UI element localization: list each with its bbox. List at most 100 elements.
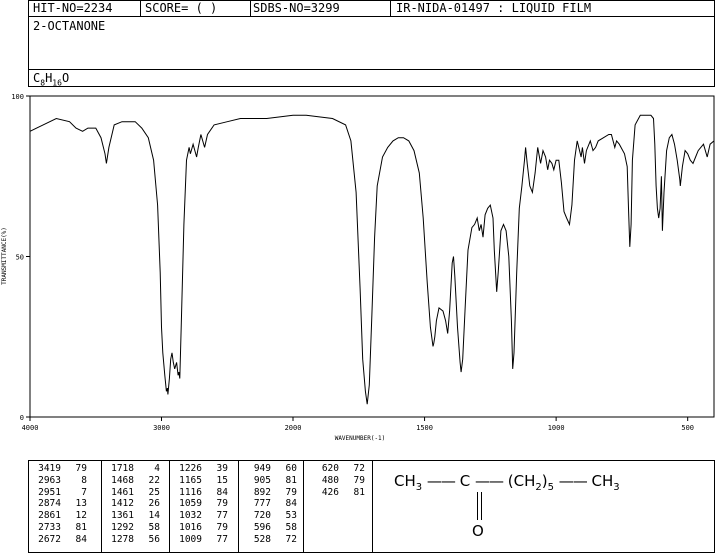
y-tick-label: 0: [20, 414, 24, 422]
peak-wavenumber: 2874: [38, 498, 61, 510]
spectrum-line: [29, 114, 715, 405]
plot-frame: [29, 95, 715, 418]
peak-row: 1412 26: [106, 499, 160, 510]
peak-transmittance: 77: [216, 510, 228, 522]
peak-transmittance: 12: [75, 510, 87, 522]
peak-transmittance: 84: [75, 533, 87, 545]
peak-row: 2733 81: [33, 522, 87, 534]
peak-wavenumber: 2672: [38, 533, 61, 545]
peak-transmittance: 84: [285, 498, 297, 510]
peak-row: 1165 15: [174, 474, 228, 487]
ir-spectrum-chart: 4000 3000 2000 1500 1000 500 0 50 100 WAVENUMBE…: [1, 93, 715, 442]
peak-row: 949 60: [243, 463, 297, 475]
peak-transmittance: 60: [285, 463, 297, 474]
y-ticks: 0 50 100: [11, 93, 30, 422]
peak-wavenumber: 596: [253, 522, 271, 533]
peak-wavenumber: 1032: [179, 510, 202, 522]
peak-transmittance: 58: [285, 522, 297, 533]
peak-transmittance: 79: [75, 463, 87, 474]
peak-wavenumber: 1292: [111, 522, 134, 533]
peak-transmittance: 81: [285, 474, 297, 486]
peak-row: 2861 12: [33, 511, 87, 522]
peak-row: 1116 84: [174, 486, 228, 499]
peak-wavenumber: 2733: [38, 522, 61, 533]
peak-wavenumber: 1226: [179, 463, 202, 474]
peak-transmittance: 79: [216, 522, 228, 533]
x-ticks: 4000 3000 2000 1500 1000 500: [22, 417, 694, 432]
peak-wavenumber: 1278: [111, 533, 134, 545]
x-tick-label: 500: [681, 424, 694, 432]
peak-wavenumber: 1361: [111, 510, 134, 522]
peak-wavenumber: 1165: [179, 474, 202, 486]
peak-wavenumber: 1016: [179, 522, 202, 533]
peak-transmittance: 81: [353, 486, 365, 498]
peak-wavenumber: 892: [253, 486, 271, 498]
peak-wavenumber: 949: [253, 463, 271, 474]
peak-wavenumber: 1116: [179, 486, 202, 498]
peak-transmittance: 39: [216, 463, 228, 474]
peak-row: 620 72: [311, 463, 365, 475]
peak-row: 426 81: [311, 486, 365, 499]
peak-wavenumber: 2861: [38, 510, 61, 522]
x-tick-label: 1500: [416, 424, 433, 432]
structure-formula: CH3 —— C —— (CH2)5 —— CH3: [394, 472, 620, 493]
peak-transmittance: 15: [216, 474, 228, 486]
peak-transmittance: 77: [216, 533, 228, 545]
peak-transmittance: 22: [148, 474, 160, 486]
peak-wavenumber: 905: [253, 474, 271, 486]
x-tick-label: 4000: [22, 424, 39, 432]
peak-row: 528 72: [243, 533, 297, 546]
peak-row: 480 79: [311, 474, 365, 487]
peak-row: 1461 25: [106, 486, 160, 499]
peak-row: 1226 39: [174, 463, 228, 475]
peak-transmittance: 14: [148, 510, 160, 522]
peak-row: 1292 58: [106, 522, 160, 534]
peak-row: 2672 84: [33, 533, 87, 546]
peak-row: 1361 14: [106, 511, 160, 522]
x-tick-label: 3000: [153, 424, 170, 432]
peak-transmittance: 53: [285, 510, 297, 522]
peak-transmittance: 8: [81, 474, 87, 486]
peak-row: 720 53: [243, 511, 297, 522]
peak-wavenumber: 1059: [179, 498, 202, 510]
peak-row: 1278 56: [106, 533, 160, 546]
peak-transmittance: 79: [285, 486, 297, 498]
peak-transmittance: 72: [285, 533, 297, 545]
peak-wavenumber: 528: [253, 533, 271, 545]
peak-transmittance: 4: [154, 463, 160, 474]
double-bond-left: [477, 492, 478, 520]
peak-transmittance: 81: [75, 522, 87, 533]
peak-row: 892 79: [243, 486, 297, 499]
peak-transmittance: 7: [81, 486, 87, 498]
peak-wavenumber: 1412: [111, 498, 134, 510]
peak-row: 2874 13: [33, 499, 87, 510]
peak-transmittance: 13: [75, 498, 87, 510]
peak-transmittance: 25: [148, 486, 160, 498]
peak-wavenumber: 1468: [111, 474, 134, 486]
y-axis-label: TRANSMITTANCE(%): [1, 227, 8, 285]
x-tick-label: 1000: [548, 424, 565, 432]
peak-transmittance: 26: [148, 498, 160, 510]
peak-row: 2951 7: [33, 486, 87, 499]
peak-row: 1059 79: [174, 499, 228, 510]
peak-row: 596 58: [243, 522, 297, 534]
peak-transmittance: 79: [353, 474, 365, 486]
y-tick-label: 50: [16, 254, 24, 262]
peak-row: 1718 4: [106, 463, 160, 475]
peak-transmittance: 72: [353, 463, 365, 474]
peak-wavenumber: 720: [253, 510, 271, 522]
peak-row: 2963 8: [33, 474, 87, 487]
peak-transmittance: 84: [216, 486, 228, 498]
peak-wavenumber: 2963: [38, 474, 61, 486]
peak-row: 905 81: [243, 474, 297, 487]
x-axis-label: WAVENUMBER(-1): [335, 435, 386, 442]
peak-transmittance: 56: [148, 533, 160, 545]
peak-row: 1009 77: [174, 533, 228, 546]
peak-row: 1016 79: [174, 522, 228, 534]
peak-wavenumber: 3419: [38, 463, 61, 474]
peak-wavenumber: 1718: [111, 463, 134, 474]
peak-wavenumber: 426: [321, 486, 339, 498]
peak-wavenumber: 1461: [111, 486, 134, 498]
peak-transmittance: 79: [216, 498, 228, 510]
peak-wavenumber: 777: [253, 498, 271, 510]
